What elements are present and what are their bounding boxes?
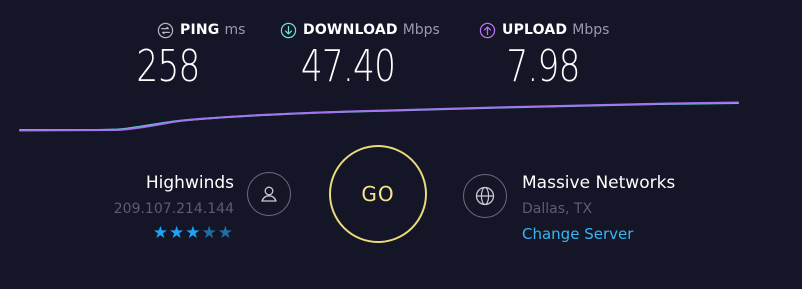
change-server-link[interactable]: Change Server (522, 224, 742, 244)
download-value: 47.40 (300, 41, 396, 92)
star-icon: ★ (152, 223, 169, 243)
host-ip: 209.107.214.144 (113, 201, 234, 217)
ping-label: PING (180, 22, 220, 38)
ping-unit: ms (224, 22, 246, 38)
star-icon: ★ (217, 223, 234, 243)
ping-icon (157, 22, 174, 38)
download-arrow-icon (280, 22, 297, 38)
download-unit: Mbps (402, 22, 440, 38)
host-name: Highwinds (145, 173, 234, 193)
download-graph-line (19, 102, 739, 131)
go-button[interactable]: GO (329, 145, 427, 243)
upload-arrow-icon (479, 22, 496, 38)
server-info: Massive Networks Dallas, TX Change Serve… (522, 172, 742, 244)
upload-value: 7.98 (506, 41, 580, 92)
star-icon: ★ (169, 223, 186, 243)
upload-label: UPLOAD (502, 22, 568, 38)
download-metric: DOWNLOAD Mbps 47.40 (280, 20, 450, 92)
server-name: Massive Networks (522, 173, 676, 193)
speed-graph (19, 101, 739, 132)
download-header: DOWNLOAD Mbps (280, 20, 450, 40)
upload-graph-line (19, 101, 739, 132)
go-button-label: GO (361, 182, 395, 206)
server-location: Dallas, TX (522, 201, 593, 217)
ping-value: 258 (136, 41, 200, 92)
upload-unit: Mbps (572, 22, 610, 38)
upload-header: UPLOAD Mbps (479, 20, 649, 40)
upload-metric: UPLOAD Mbps 7.98 (479, 20, 649, 92)
star-icon: ★ (201, 223, 218, 243)
user-icon (247, 172, 291, 216)
globe-icon (463, 174, 507, 218)
star-icon: ★ (185, 223, 202, 243)
host-rating: ★★★★★ (104, 223, 234, 243)
host-info: Highwinds 209.107.214.144 ★★★★★ (104, 172, 234, 243)
download-label: DOWNLOAD (303, 22, 398, 38)
